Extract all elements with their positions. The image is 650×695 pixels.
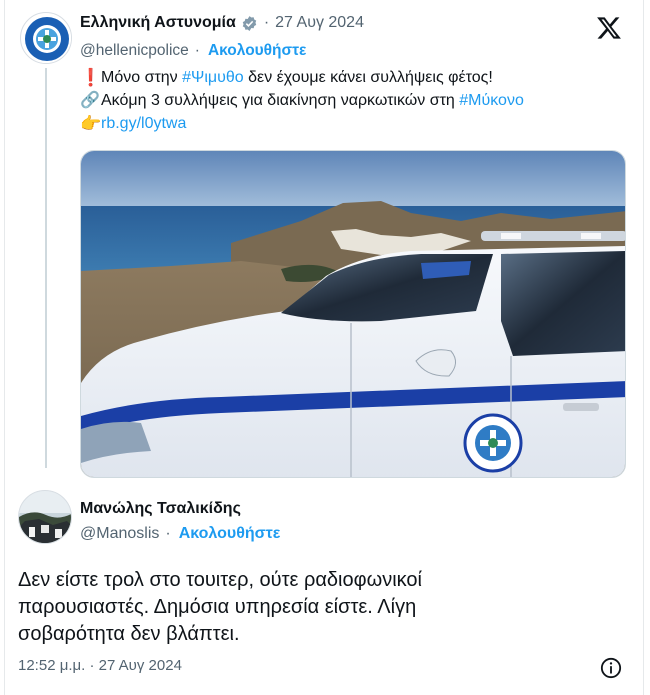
separator-dot: · (165, 525, 171, 542)
reply-tweet-text: Δεν είστε τρολ στο τουιτερ, ούτε ραδιοφω… (18, 567, 578, 648)
info-icon[interactable] (600, 657, 622, 679)
follow-button[interactable]: Ακολουθήστε (179, 525, 281, 543)
user-avatar[interactable] (18, 490, 72, 544)
reply-line: σοβαρότητα δεν βλάπτει. (18, 623, 240, 645)
police-avatar[interactable] (20, 12, 72, 64)
quoted-tweet-text: ❗ Μόνο στην #Ψιμυθο δεν έχουμε κάνει συλ… (80, 66, 524, 135)
quoted-handle-row: @hellenicpolice · Ακολουθήστε (80, 42, 306, 60)
quoted-header: Ελληνική Αστυνομία · 27 Αυγ 2024 (80, 14, 364, 32)
tweet-text: δεν έχουμε κάνει συλλήψεις φέτος! (243, 69, 493, 86)
link-emoji-icon: 🔗 (80, 92, 100, 109)
hashtag-link[interactable]: #Ψιμυθο (182, 66, 244, 89)
author-name[interactable]: Ελληνική Αστυνομία (80, 14, 236, 32)
follow-button[interactable]: Ακολουθήστε (208, 42, 306, 60)
x-logo-icon[interactable] (596, 15, 622, 41)
verified-badge-icon (242, 15, 257, 31)
hashtag-link[interactable]: #Μύκονο (459, 89, 524, 112)
tweet-line-1: ❗ Μόνο στην #Ψιμυθο δεν έχουμε κάνει συλ… (80, 66, 524, 89)
reply-timestamp[interactable]: 12:52 μ.μ. · 27 Αυγ 2024 (18, 657, 182, 674)
thread-line (45, 68, 47, 468)
tweet-text: Μόνο στην (101, 69, 183, 86)
reply-author-name[interactable]: Μανώλης Τσαλικίδης (80, 500, 241, 518)
short-url-link[interactable]: rb.gy/l0ytwa (101, 112, 186, 135)
tweet-text: Ακόμη 3 συλλήψεις για διακίνηση ναρκωτικ… (101, 92, 460, 109)
exclamation-emoji-icon: ❗ (80, 68, 102, 87)
pointing-hand-emoji-icon: 👉 (80, 114, 102, 133)
tweet-photo[interactable] (80, 150, 626, 478)
separator-dot: · (194, 42, 200, 59)
tweet-line-2: 🔗 Ακόμη 3 συλλήψεις για διακίνηση ναρκωτ… (80, 89, 524, 112)
reply-line: Δεν είστε τρολ στο τουιτερ, ούτε ραδιοφω… (18, 569, 422, 591)
separator-dot: · (263, 14, 270, 31)
tweet-date[interactable]: 27 Αυγ 2024 (275, 14, 364, 32)
reply-line: παρουσιαστές. Δημόσια υπηρεσία είστε. Λί… (18, 596, 417, 618)
author-handle[interactable]: @hellenicpolice (80, 42, 189, 60)
reply-handle-row: @Manoslis · Ακολουθήστε (80, 525, 280, 543)
tweet-line-3: 👉 rb.gy/l0ytwa (80, 112, 524, 135)
reply-author-handle[interactable]: @Manoslis (80, 525, 159, 543)
